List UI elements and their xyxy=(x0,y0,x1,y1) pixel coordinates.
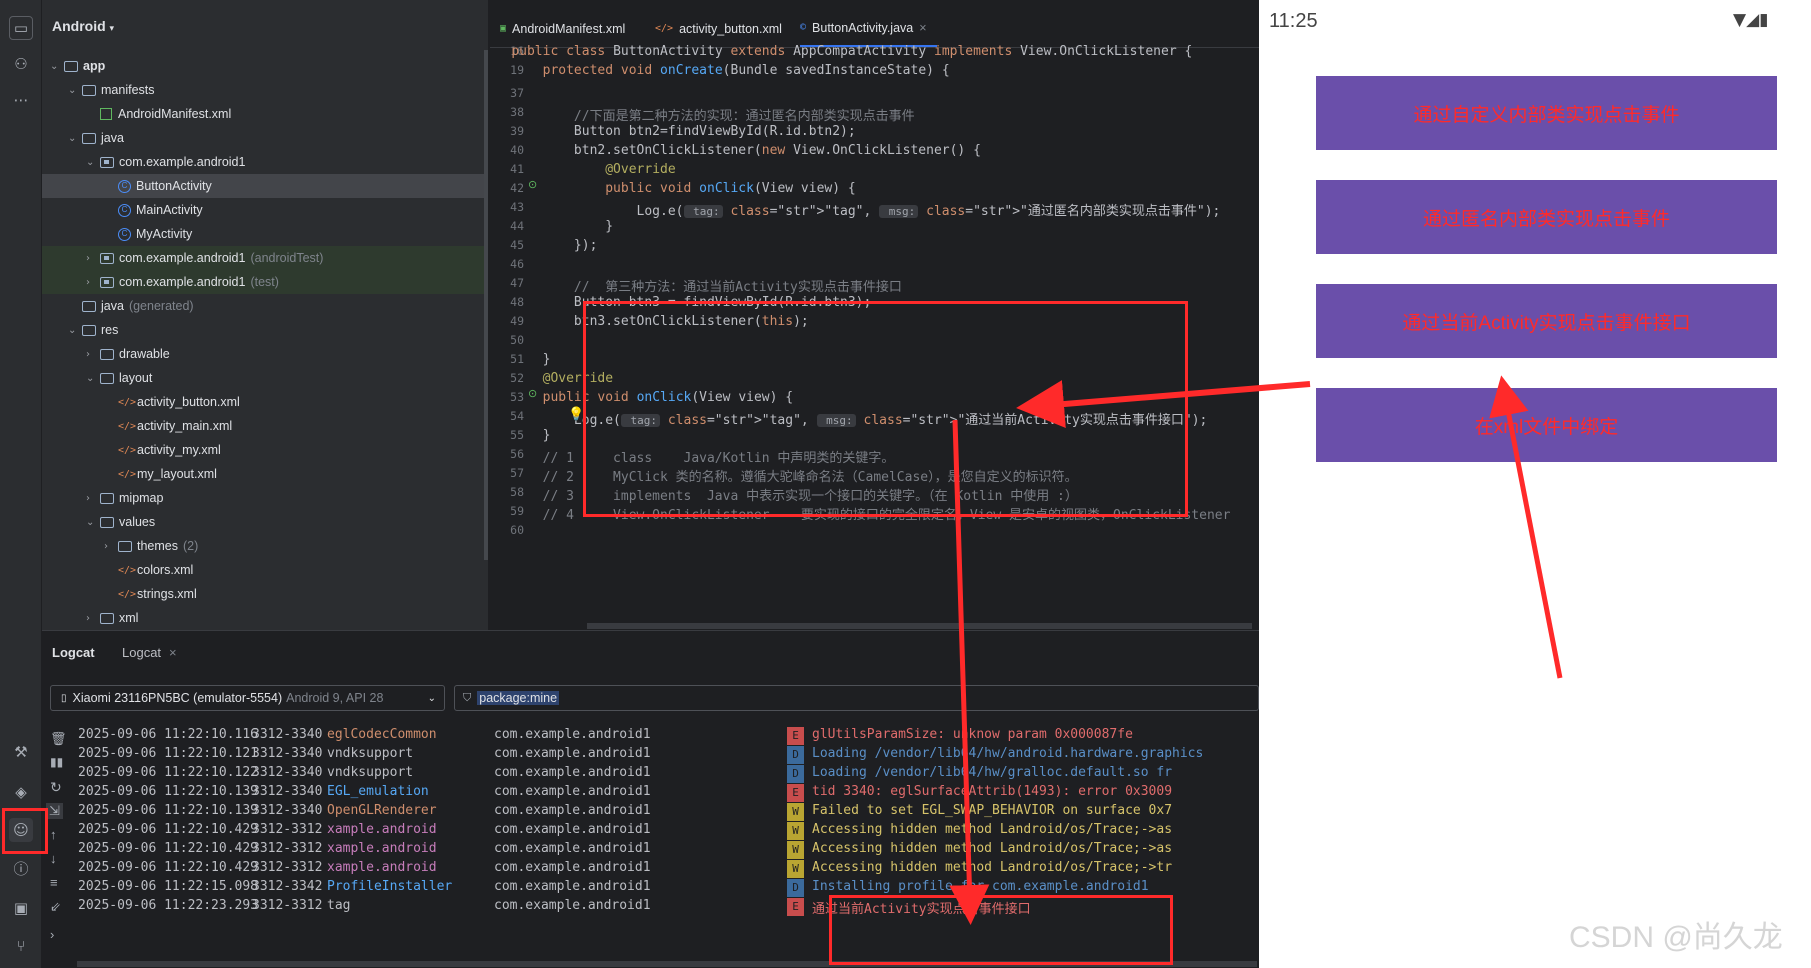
arrow-to-code xyxy=(1016,380,1311,428)
screenshot-root: ▭ ⚇ ⋯ ⚒ ◈ ☺ ⓘ ▣ ⑂ Android ▾ ⌄ app ⌄ manifes… xyxy=(0,0,1811,968)
arrow-to-log xyxy=(949,419,990,925)
annotation-arrows xyxy=(949,375,1563,925)
arrow-to-button xyxy=(1489,375,1563,679)
